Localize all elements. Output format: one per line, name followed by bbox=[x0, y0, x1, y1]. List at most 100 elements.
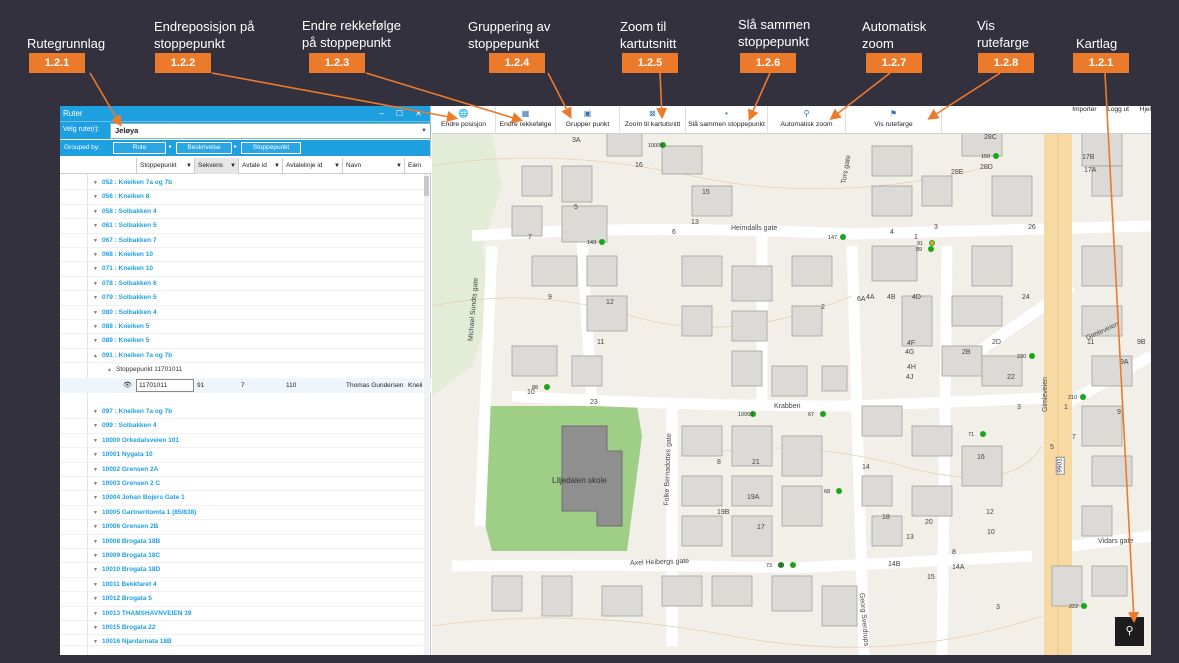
expand-icon[interactable]: ▼ bbox=[93, 262, 98, 276]
grupper-punkt-button[interactable]: ▣ Grupper punkt bbox=[556, 106, 620, 134]
vertical-scrollbar[interactable] bbox=[424, 174, 429, 655]
expand-icon[interactable]: ▼ bbox=[93, 535, 98, 549]
automatisk-zoom-button[interactable]: ⚲ Automatisk zoom bbox=[768, 106, 846, 134]
scrollbar-thumb[interactable] bbox=[424, 176, 429, 196]
subgroup-row[interactable]: ▲ Stoppepunkt 11701011 bbox=[60, 363, 426, 377]
expand-icon[interactable]: ▼ bbox=[93, 419, 98, 433]
group-chip-beskrivelse[interactable]: Beskrivelse bbox=[176, 142, 232, 154]
expand-icon[interactable]: ▼ bbox=[93, 176, 98, 190]
expand-icon[interactable]: ▼ bbox=[93, 434, 98, 448]
stop-point-marker[interactable] bbox=[840, 234, 846, 240]
group-row[interactable]: ▼ 10001 Nygata 10 bbox=[60, 448, 426, 463]
filter-icon[interactable]: ▼ bbox=[334, 158, 340, 174]
map-view[interactable]: Heimdalls gate Krabben Axel Heibergs gat… bbox=[432, 106, 1151, 655]
stop-point-marker[interactable] bbox=[928, 246, 934, 252]
expand-icon[interactable]: ▼ bbox=[93, 635, 98, 645]
sla-sammen-stoppepunkt-button[interactable]: • Slå sammen stoppepunkt bbox=[686, 106, 768, 134]
group-row[interactable]: ▼ 068 : Kneiken 10 bbox=[60, 248, 426, 263]
stop-point-marker[interactable] bbox=[544, 384, 550, 390]
stop-point-marker[interactable] bbox=[1080, 394, 1086, 400]
expand-icon[interactable]: ▼ bbox=[93, 578, 98, 592]
expand-icon[interactable]: ▼ bbox=[93, 563, 98, 577]
stop-point-marker[interactable] bbox=[820, 411, 826, 417]
group-row[interactable]: ▼ 071 : Kneiken 10 bbox=[60, 262, 426, 277]
kartlag-button[interactable]: ⚲ bbox=[1115, 617, 1144, 646]
expand-icon[interactable]: ▼ bbox=[93, 219, 98, 233]
expand-icon[interactable]: ▼ bbox=[93, 291, 98, 305]
group-row[interactable]: ▼ 10016 Njardarnata 18B bbox=[60, 635, 426, 647]
column-avtale-id[interactable]: Avtale id ▼ bbox=[238, 158, 282, 174]
group-row[interactable]: ▼ 061 : Solbakken 5 bbox=[60, 219, 426, 234]
group-row[interactable]: ▼ 10011 Bekkfaret 4 bbox=[60, 578, 426, 593]
group-row[interactable]: ▼ 10012 Brogata 5 bbox=[60, 592, 426, 607]
expand-icon[interactable]: ▼ bbox=[93, 190, 98, 204]
group-row[interactable]: ▼ 10013 THAMSHAVNVEIEN 39 bbox=[60, 607, 426, 621]
importer-link[interactable]: Importer bbox=[1072, 106, 1096, 113]
endre-posisjon-button[interactable]: 🌐 Endre posisjon bbox=[432, 106, 496, 134]
group-row[interactable]: ▼ 079 : Solbakken 5 bbox=[60, 291, 426, 306]
group-row[interactable]: ▼ 099 : Solbakken 4 bbox=[60, 419, 426, 434]
column-stoppepunkt[interactable]: Stoppepunkt ▼ bbox=[136, 158, 194, 174]
group-row[interactable]: ▼ 078 : Solbakken 6 bbox=[60, 277, 426, 292]
expand-icon[interactable]: ▼ bbox=[93, 506, 98, 520]
expand-icon[interactable]: ▼ bbox=[93, 306, 98, 320]
expand-icon[interactable]: ▼ bbox=[93, 621, 98, 635]
stop-point-marker[interactable] bbox=[1081, 603, 1087, 609]
group-row[interactable]: ▼ 10003 Grensen 2 C bbox=[60, 477, 426, 492]
group-row[interactable]: ▼ 052 : Kneiken 7a og 7b bbox=[60, 176, 426, 191]
collapse-icon[interactable]: ▲ bbox=[93, 349, 98, 363]
group-row[interactable]: ▼ 10005 Gartneritomta 1 (85/838) bbox=[60, 506, 426, 521]
filter-icon[interactable]: ▼ bbox=[274, 158, 280, 174]
stoppepunkt-detail-row[interactable]: 👁 11701011 91 7 110 Thomas Gundersen Kne… bbox=[60, 378, 431, 393]
group-row[interactable]: ▼ 10004 Johan Bojers Gate 1 bbox=[60, 491, 426, 506]
group-row[interactable]: ▼ 10008 Brogata 18B bbox=[60, 535, 426, 549]
column-eien[interactable]: Eien bbox=[404, 158, 431, 174]
stop-point-marker[interactable] bbox=[1029, 353, 1035, 359]
expand-icon[interactable]: ▼ bbox=[93, 549, 98, 563]
stop-point-marker[interactable] bbox=[993, 153, 999, 159]
expand-icon[interactable]: ▼ bbox=[93, 448, 98, 462]
group-row[interactable]: ▼ 088 : Kneiken 5 bbox=[60, 320, 426, 335]
group-row-expanded[interactable]: ▲ 091 : Kneiken 7a og 7b bbox=[60, 349, 426, 364]
expand-icon[interactable]: ▼ bbox=[93, 334, 98, 348]
hjelp-link[interactable]: Hjel bbox=[1140, 106, 1151, 113]
stop-point-marker[interactable] bbox=[836, 488, 842, 494]
column-avtalelinje-id[interactable]: Avtalelinje id ▼ bbox=[282, 158, 342, 174]
group-row[interactable]: ▼ 10002 Grensen 2A bbox=[60, 463, 426, 477]
collapse-icon[interactable]: ▲ bbox=[107, 363, 112, 377]
expand-icon[interactable]: ▼ bbox=[93, 477, 98, 491]
expand-icon[interactable]: ▼ bbox=[93, 248, 98, 262]
group-row[interactable]: ▼ 080 : Solbakken 4 bbox=[60, 306, 426, 320]
group-row[interactable]: ▼ 097 : Kneiken 7a og 7b bbox=[60, 405, 426, 420]
window-controls[interactable]: – ☐ ✕ bbox=[379, 106, 427, 121]
logg-ut-link[interactable]: Logg ut bbox=[1107, 106, 1129, 113]
zoom-til-kartutsnitt-button[interactable]: ⊠ Zoom til kartutsnitt bbox=[620, 106, 686, 134]
column-navn[interactable]: Navn ▼ bbox=[342, 158, 404, 174]
group-row[interactable]: ▼ 067 : Solbakken 7 bbox=[60, 234, 426, 248]
stop-point-marker[interactable] bbox=[980, 431, 986, 437]
filter-icon[interactable]: ▼ bbox=[186, 158, 192, 174]
column-sekvens[interactable]: Sekvens ▼ bbox=[194, 158, 238, 174]
group-row[interactable]: ▼ 058 : Solbakken 4 bbox=[60, 205, 426, 220]
expand-icon[interactable]: ▼ bbox=[93, 463, 98, 477]
group-row[interactable]: ▼ 10015 Brogata 22 bbox=[60, 621, 426, 636]
expand-icon[interactable]: ▼ bbox=[93, 234, 98, 248]
stop-point-marker[interactable] bbox=[599, 239, 605, 245]
stoppepunkt-cell[interactable]: 11701011 bbox=[136, 379, 194, 392]
group-row[interactable]: ▼ 056 : Kneiken 8 bbox=[60, 190, 426, 205]
filter-icon[interactable]: ▼ bbox=[230, 158, 236, 174]
group-chip-stoppepunkt[interactable]: Stoppepunkt bbox=[241, 142, 301, 154]
expand-icon[interactable]: ▼ bbox=[93, 320, 98, 334]
group-row[interactable]: ▼ 10006 Grensen 2B bbox=[60, 520, 426, 535]
endre-rekkefolge-button[interactable]: ▦ Endre rekkefølge bbox=[496, 106, 556, 134]
group-row[interactable]: ▼ 10009 Brogata 18C bbox=[60, 549, 426, 564]
stop-point-marker[interactable] bbox=[790, 562, 796, 568]
vis-rutefarge-button[interactable]: ⚑ Vis rutefarge bbox=[846, 106, 942, 134]
expand-icon[interactable]: ▼ bbox=[93, 520, 98, 534]
group-row[interactable]: ▼ 10000 Orkedalsveien 101 bbox=[60, 434, 426, 449]
filter-icon[interactable]: ▼ bbox=[396, 158, 402, 174]
group-row[interactable]: ▼ 10010 Brogata 18D bbox=[60, 563, 426, 578]
expand-icon[interactable]: ▼ bbox=[93, 205, 98, 219]
expand-icon[interactable]: ▼ bbox=[93, 491, 98, 505]
expand-icon[interactable]: ▼ bbox=[93, 277, 98, 291]
